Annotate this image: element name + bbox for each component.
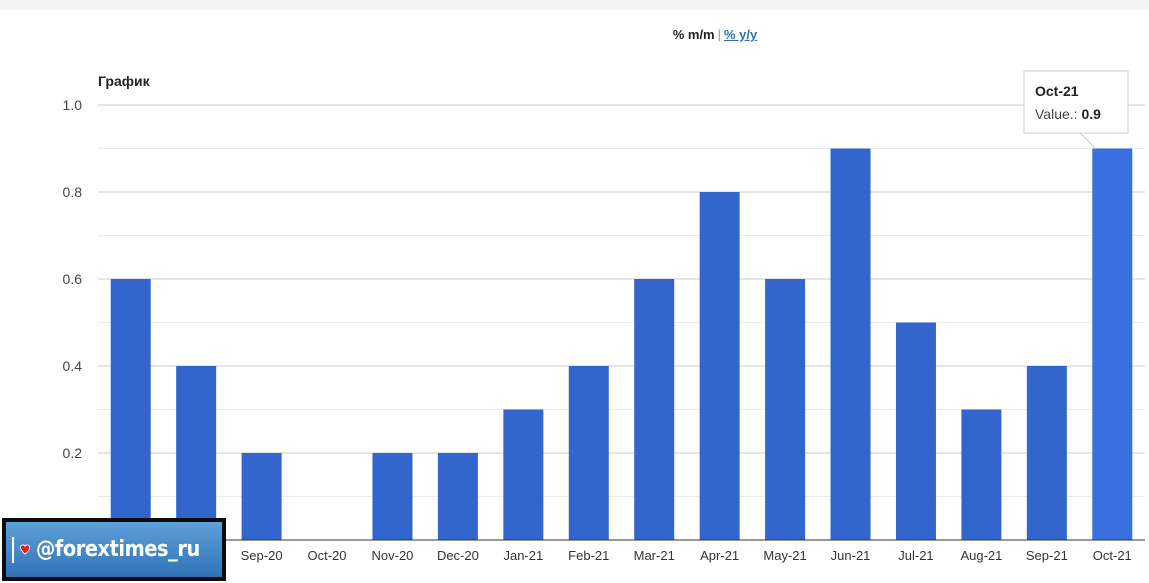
x-tick-label: Nov-20 [372, 548, 414, 563]
bar-feb-21[interactable] [568, 366, 609, 540]
x-tick-label: Oct-20 [308, 548, 347, 563]
tooltip-title: Oct-21 [1035, 83, 1079, 99]
bar-jun-21[interactable] [830, 148, 871, 541]
bar-aug-20[interactable] [176, 366, 217, 540]
chart-tooltip: Oct-21 Value.: 0.9 [1023, 70, 1129, 150]
x-tick-label: May-21 [763, 548, 806, 563]
bar-jan-21[interactable] [503, 409, 544, 541]
bar-nov-20[interactable] [372, 453, 413, 540]
x-tick-label: Apr-21 [700, 548, 739, 563]
bar-sep-20[interactable] [241, 453, 282, 540]
bar-chart: График 0.20.40.60.81.0 Jul-20Aug-20Sep-2… [63, 70, 1145, 563]
x-tick-label: Sep-21 [1026, 548, 1068, 563]
bar-jul-21[interactable] [895, 322, 936, 541]
x-tick-label: Dec-20 [437, 548, 479, 563]
bar-may-21[interactable] [765, 279, 806, 540]
bar-oct-21[interactable] [1092, 148, 1133, 541]
x-tick-label: Oct-21 [1093, 548, 1132, 563]
tooltip-pointer [1079, 132, 1097, 150]
x-tick-label: Sep-20 [241, 548, 283, 563]
watermark-text: @forextimes_ru [35, 537, 200, 562]
tooltip-box [1023, 70, 1129, 134]
bar-dec-20[interactable] [437, 453, 478, 540]
y-tick-label: 1.0 [63, 97, 83, 113]
x-tick-label: Mar-21 [634, 548, 675, 563]
watermark-inner: @forextimes_ru [6, 522, 222, 577]
watermark-bar [12, 536, 14, 563]
bar-mar-21[interactable] [634, 279, 675, 540]
heart-icon [19, 543, 30, 555]
x-tick-label: Aug-21 [960, 548, 1002, 563]
tooltip-label: Value.: [1035, 106, 1081, 122]
bar-jul-20[interactable] [110, 279, 151, 540]
bar-aug-21[interactable] [961, 409, 1002, 541]
chart-bars [110, 148, 1133, 541]
y-tick-label: 0.8 [63, 184, 83, 200]
x-tick-label: Jul-21 [898, 548, 933, 563]
watermark-badge: @forextimes_ru [2, 518, 226, 581]
y-tick-label: 0.6 [63, 271, 83, 287]
y-axis-ticks: 0.2 0.4 0.6 0.8 1.0 [63, 97, 83, 461]
y-tick-label: 0.4 [63, 358, 83, 374]
bar-apr-21[interactable] [699, 192, 740, 540]
y-tick-label: 0.2 [63, 445, 83, 461]
bar-sep-21[interactable] [1026, 366, 1067, 540]
x-tick-label: Jun-21 [831, 548, 871, 563]
x-axis-ticks: Jul-20Aug-20Sep-20Oct-20Nov-20Dec-20Jan-… [113, 548, 1132, 563]
x-tick-label: Jan-21 [503, 548, 543, 563]
x-tick-label: Feb-21 [568, 548, 609, 563]
chart-title: График [98, 73, 151, 89]
tooltip-value: 0.9 [1081, 106, 1101, 122]
tooltip-body: Value.: 0.9 [1035, 106, 1101, 122]
